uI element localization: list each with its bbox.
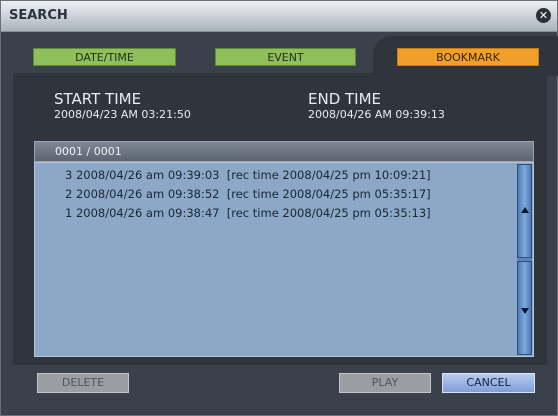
end-time-label: END TIME — [308, 90, 382, 108]
play-button[interactable]: PLAY — [339, 373, 431, 393]
end-time-value: 2008/04/26 AM 09:39:13 — [308, 108, 445, 121]
arrow-up-icon — [521, 207, 529, 213]
list-scrollbar[interactable] — [517, 164, 532, 355]
bookmark-list[interactable]: 3 2008/04/26 am 09:39:03 [rec time 2008/… — [34, 162, 534, 357]
search-window: SEARCH ✕ DATE/TIME EVENT BOOKMARK START … — [0, 0, 558, 416]
start-time-value: 2008/04/23 AM 03:21:50 — [54, 108, 191, 121]
list-item[interactable]: 2 2008/04/26 am 09:38:52 [rec time 2008/… — [65, 187, 431, 203]
arrow-down-icon — [521, 308, 529, 314]
scroll-down-button[interactable] — [517, 261, 532, 355]
tab-date-time[interactable]: DATE/TIME — [33, 48, 176, 66]
window-title: SEARCH — [9, 8, 68, 23]
list-page-indicator: 0001 / 0001 — [34, 141, 534, 162]
delete-button[interactable]: DELETE — [37, 373, 129, 393]
cancel-button[interactable]: CANCEL — [442, 373, 535, 393]
list-item[interactable]: 3 2008/04/26 am 09:39:03 [rec time 2008/… — [65, 168, 431, 184]
tab-event[interactable]: EVENT — [215, 48, 356, 66]
start-time-label: START TIME — [54, 90, 142, 108]
close-icon[interactable]: ✕ — [536, 8, 551, 23]
list-item[interactable]: 1 2008/04/26 am 09:38:47 [rec time 2008/… — [65, 206, 431, 222]
title-bar: SEARCH ✕ — [1, 1, 557, 32]
scroll-up-button[interactable] — [517, 164, 532, 258]
tab-bookmark[interactable]: BOOKMARK — [397, 48, 539, 66]
